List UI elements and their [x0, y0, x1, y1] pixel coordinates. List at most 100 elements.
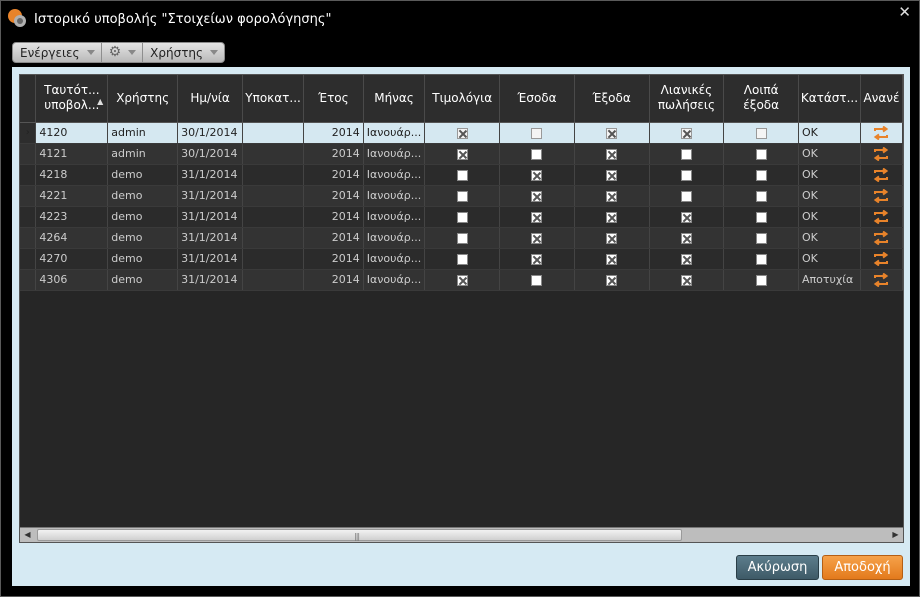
col-header-status[interactable]: Κατάστ... — [798, 75, 861, 123]
cell-retail — [649, 227, 725, 249]
cell-month: Ιανουάρ... — [363, 164, 426, 186]
col-header-year[interactable]: Έτος — [303, 75, 364, 123]
col-header-income[interactable]: Έσοδα — [499, 75, 575, 123]
cell-other — [723, 269, 799, 291]
row-indicator — [20, 269, 37, 291]
refresh-icon[interactable] — [872, 188, 890, 203]
table-row[interactable]: 4270 demo 31/1/2014 2014 Ιανουάρ... OK — [20, 248, 903, 270]
checkbox-invoices[interactable] — [456, 232, 468, 244]
checkbox-income[interactable] — [531, 148, 543, 160]
user-menu-button[interactable]: Χρήστης — [143, 43, 224, 62]
col-header-expenses[interactable]: Έξοδα — [574, 75, 650, 123]
refresh-icon[interactable] — [872, 272, 890, 287]
checkbox-income[interactable] — [531, 127, 543, 139]
table-row[interactable]: 4306 demo 31/1/2014 2014 Ιανουάρ... Αποτυχία — [20, 269, 903, 291]
cell-income — [499, 143, 575, 165]
checkbox-retail[interactable] — [680, 148, 692, 160]
checkbox-invoices[interactable] — [456, 127, 468, 139]
refresh-icon[interactable] — [872, 251, 890, 266]
checkbox-invoices[interactable] — [456, 148, 468, 160]
table-row[interactable]: 4223 demo 31/1/2014 2014 Ιανουάρ... OK — [20, 206, 903, 228]
refresh-icon[interactable] — [872, 125, 890, 140]
cell-retail — [649, 269, 725, 291]
cell-id: 4264 — [35, 227, 109, 249]
checkbox-income[interactable] — [531, 232, 543, 244]
checkbox-invoices[interactable] — [456, 253, 468, 265]
scroll-right-icon[interactable]: ▶ — [888, 528, 903, 542]
col-header-retail[interactable]: Λιανικές πωλήσεις — [649, 75, 725, 123]
close-icon[interactable]: ✕ — [898, 3, 911, 21]
checkbox-retail[interactable] — [680, 169, 692, 181]
cell-month: Ιανουάρ... — [363, 227, 426, 249]
checkbox-expenses[interactable] — [606, 190, 618, 202]
content-panel: Ταυτότ... υποβολ... ▲ Χρήστης Ημ/νία Υποκα… — [12, 67, 910, 586]
col-header-invoices[interactable]: Τιμολόγια — [424, 75, 501, 123]
actions-menu-button[interactable]: Ενέργειες — [13, 43, 102, 62]
settings-menu-button[interactable]: ⚙ — [102, 43, 144, 62]
scroll-left-icon[interactable]: ◀ — [20, 528, 35, 542]
checkbox-invoices[interactable] — [456, 169, 468, 181]
checkbox-expenses[interactable] — [606, 253, 618, 265]
checkbox-other[interactable] — [755, 232, 767, 244]
checkbox-other[interactable] — [755, 190, 767, 202]
checkbox-income[interactable] — [531, 211, 543, 223]
checkbox-expenses[interactable] — [606, 148, 618, 160]
cell-year: 2014 — [303, 206, 364, 228]
cancel-button[interactable]: Ακύρωση — [736, 555, 819, 580]
cell-status: OK — [798, 227, 861, 249]
checkbox-invoices[interactable] — [456, 274, 468, 286]
refresh-icon[interactable] — [872, 167, 890, 182]
refresh-icon[interactable] — [872, 230, 890, 245]
col-header-branch[interactable]: Υποκατ... — [242, 75, 305, 123]
checkbox-retail[interactable] — [680, 211, 692, 223]
col-header-other-expenses[interactable]: Λοιπά έξοδα — [723, 75, 799, 123]
cell-user: demo — [107, 206, 179, 228]
checkbox-retail[interactable] — [680, 253, 692, 265]
cell-branch — [242, 248, 305, 270]
cell-retail — [649, 248, 725, 270]
refresh-icon[interactable] — [872, 209, 890, 224]
checkbox-expenses[interactable] — [606, 169, 618, 181]
checkbox-expenses[interactable] — [606, 274, 618, 286]
checkbox-expenses[interactable] — [606, 232, 618, 244]
table-row[interactable]: 4221 demo 31/1/2014 2014 Ιανουάρ... OK — [20, 185, 903, 207]
cell-invoices — [424, 206, 501, 228]
checkbox-retail[interactable] — [680, 127, 692, 139]
chevron-down-icon — [210, 50, 219, 55]
checkbox-retail[interactable] — [680, 274, 692, 286]
refresh-icon[interactable] — [872, 146, 890, 161]
checkbox-expenses[interactable] — [606, 211, 618, 223]
checkbox-other[interactable] — [755, 127, 767, 139]
checkbox-income[interactable] — [531, 253, 543, 265]
checkbox-invoices[interactable] — [456, 211, 468, 223]
cell-month: Ιανουάρ... — [363, 143, 426, 165]
checkbox-income[interactable] — [531, 274, 543, 286]
table-row[interactable]: 4121 admin 30/1/2014 2014 Ιανουάρ... OK — [20, 143, 903, 165]
table-row[interactable]: 4218 demo 31/1/2014 2014 Ιανουάρ... OK — [20, 164, 903, 186]
cell-branch — [242, 143, 305, 165]
table-row[interactable]: 4264 demo 31/1/2014 2014 Ιανουάρ... OK — [20, 227, 903, 249]
accept-button[interactable]: Αποδοχή — [822, 555, 903, 580]
cell-id: 4120 — [35, 122, 109, 144]
col-header-date[interactable]: Ημ/νία — [177, 75, 244, 123]
cell-status: OK — [798, 143, 861, 165]
checkbox-other[interactable] — [755, 211, 767, 223]
col-header-id[interactable]: Ταυτότ... υποβολ... ▲ — [35, 75, 109, 123]
checkbox-retail[interactable] — [680, 190, 692, 202]
col-header-user[interactable]: Χρήστης — [107, 75, 179, 123]
col-header-month[interactable]: Μήνας — [363, 75, 426, 123]
scrollbar-thumb[interactable]: ||| — [37, 529, 682, 541]
checkbox-invoices[interactable] — [456, 190, 468, 202]
checkbox-expenses[interactable] — [606, 127, 618, 139]
checkbox-other[interactable] — [755, 274, 767, 286]
checkbox-income[interactable] — [531, 169, 543, 181]
checkbox-other[interactable] — [755, 169, 767, 181]
horizontal-scrollbar[interactable]: ◀ ||| ▶ — [20, 527, 903, 542]
checkbox-other[interactable] — [755, 253, 767, 265]
col-header-refresh[interactable]: Ανανέ — [860, 75, 903, 123]
checkbox-income[interactable] — [531, 190, 543, 202]
checkbox-retail[interactable] — [680, 232, 692, 244]
table-row[interactable]: › 4120 admin 30/1/2014 2014 Ιανουάρ... OK — [20, 122, 903, 144]
checkbox-other[interactable] — [755, 148, 767, 160]
cell-year: 2014 — [303, 143, 364, 165]
